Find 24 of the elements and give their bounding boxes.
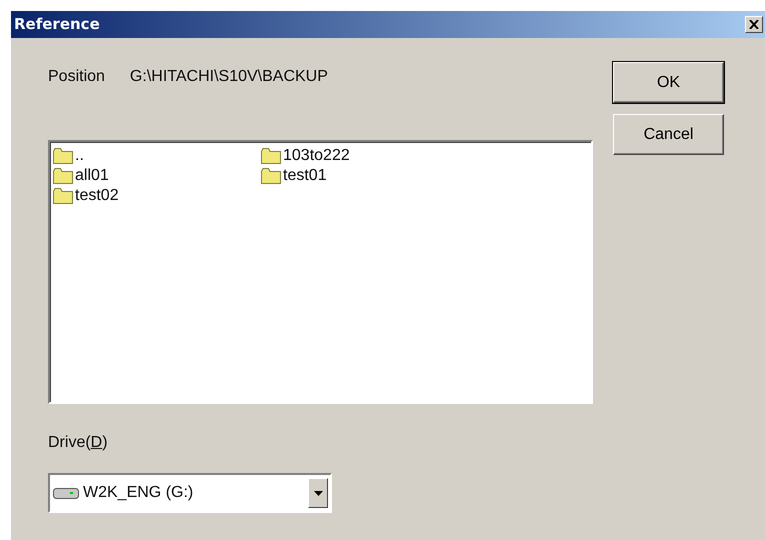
dropdown-button[interactable] <box>308 478 328 508</box>
drive-dropdown[interactable]: W2K_ENG (G:) <box>48 473 332 513</box>
folder-icon <box>53 168 73 184</box>
dialog-button[interactable]: Cancel <box>613 114 724 155</box>
folder-icon <box>261 168 281 184</box>
close-button[interactable] <box>745 16 763 33</box>
drive-label: Drive(D) <box>48 433 109 453</box>
folder-item[interactable]: all01 <box>53 166 261 186</box>
folder-icon <box>53 188 73 204</box>
window-title: Reference <box>14 14 100 36</box>
drive-icon <box>53 488 79 498</box>
folder-item[interactable]: test01 <box>261 166 469 186</box>
caret-icon <box>314 490 322 496</box>
drive-value: W2K_ENG (G:) <box>83 483 194 503</box>
folder-item[interactable]: 103to222 <box>261 146 469 166</box>
position-label: Position <box>48 67 105 87</box>
folder-list[interactable]: .. all01 test02 103to222 test01 <box>48 140 593 404</box>
folder-item[interactable]: .. <box>53 146 261 166</box>
folder-icon <box>261 148 281 164</box>
position-path: G:\HITACHI\S10V\BACKUP <box>130 67 328 87</box>
folder-item[interactable]: test02 <box>53 186 261 206</box>
folder-icon <box>53 148 73 164</box>
dialog-button[interactable]: OK <box>613 62 724 103</box>
close-icon <box>749 20 759 29</box>
